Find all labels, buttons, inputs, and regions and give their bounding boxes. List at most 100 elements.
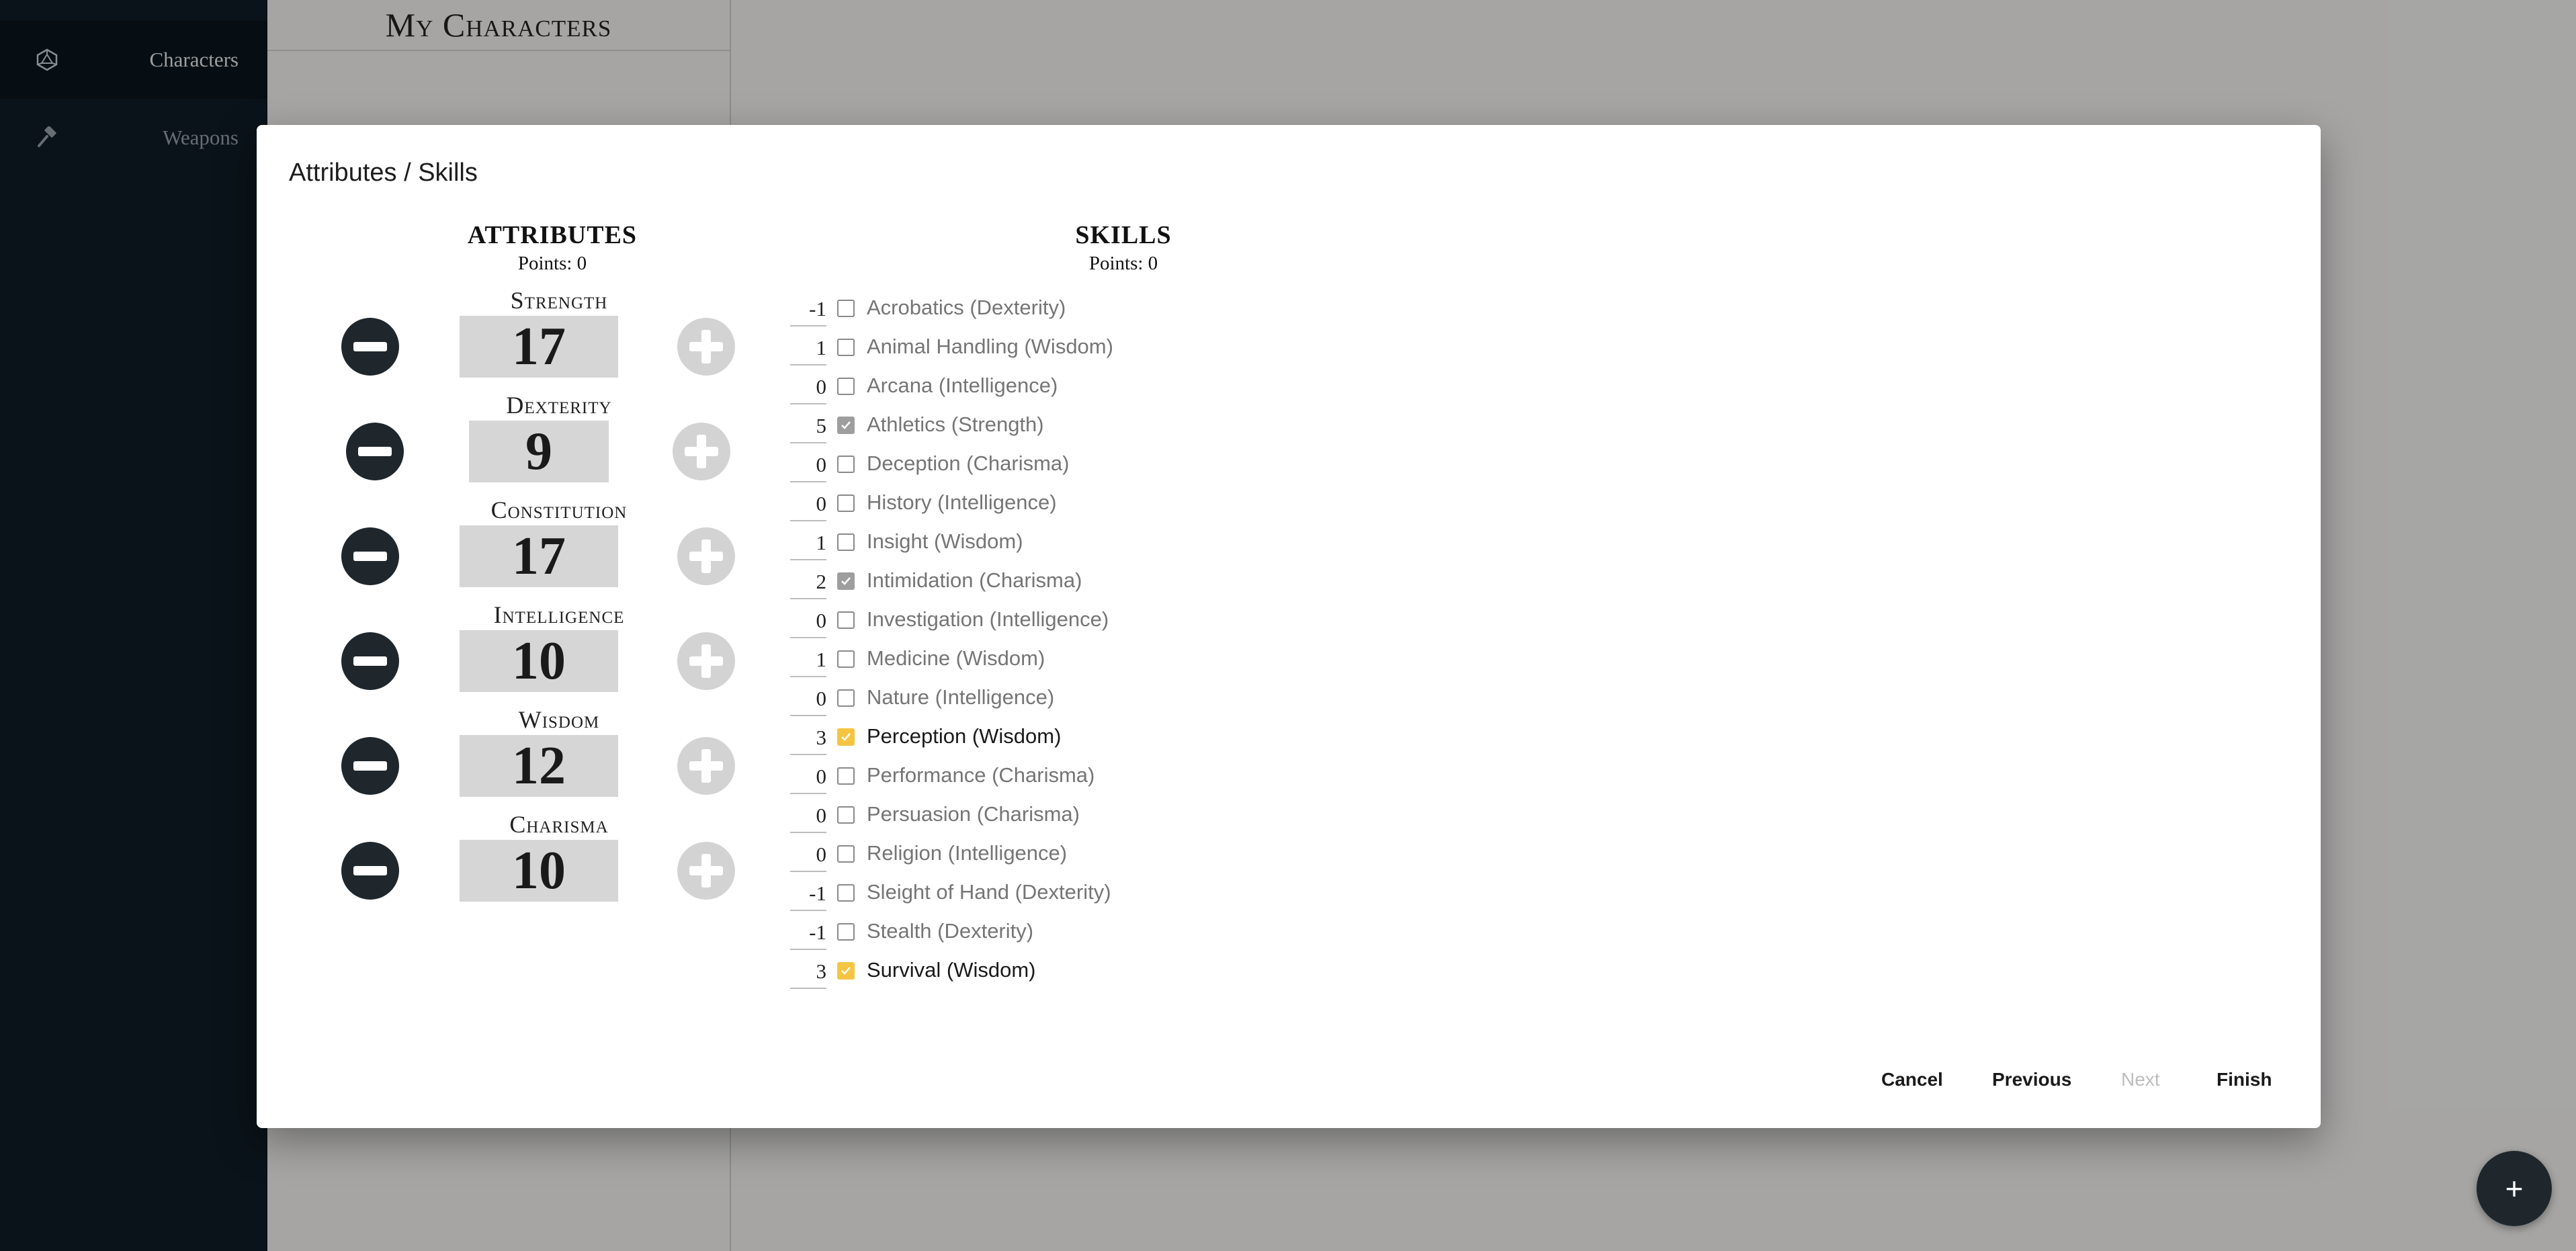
skill-checkbox[interactable] [837, 572, 855, 590]
increase-dexterity-button[interactable] [673, 423, 730, 480]
increase-strength-button[interactable] [677, 318, 735, 376]
skill-name: Intimidation (Charisma) [867, 568, 1082, 592]
skill-modifier: -1 [790, 916, 826, 950]
skill-modifier: 0 [790, 761, 826, 794]
decrease-charisma-button[interactable] [341, 842, 399, 900]
skill-row: 0 Nature (Intelligence) [790, 680, 1328, 719]
skill-name: Persuasion (Charisma) [867, 802, 1080, 826]
skill-row: 2 Intimidation (Charisma) [790, 563, 1328, 602]
skill-row: 3 Survival (Wisdom) [790, 953, 1328, 992]
skill-row: 0 Religion (Intelligence) [790, 836, 1328, 875]
finish-button[interactable]: Finish [2217, 1069, 2272, 1090]
decrease-intelligence-button[interactable] [341, 632, 399, 690]
previous-button[interactable]: Previous [1992, 1069, 2071, 1090]
attribute-label: Dexterity [506, 392, 612, 419]
skill-checkbox[interactable] [837, 962, 855, 980]
skills-heading: SKILLS [1075, 221, 1172, 249]
skill-modifier: 0 [790, 449, 826, 482]
skill-row: 0 Arcana (Intelligence) [790, 368, 1328, 407]
skill-modifier: -1 [790, 877, 826, 911]
skill-checkbox[interactable] [837, 650, 855, 668]
skill-checkbox[interactable] [837, 767, 855, 785]
skill-modifier: 2 [790, 566, 826, 599]
skill-checkbox[interactable] [837, 417, 855, 434]
skill-row: 1 Medicine (Wisdom) [790, 641, 1328, 680]
skill-name: Athletics (Strength) [867, 413, 1044, 436]
skill-checkbox[interactable] [837, 884, 855, 902]
skills-points: Points: 0 [1088, 253, 1158, 274]
attribute-label: Wisdom [518, 706, 600, 733]
skill-name: Sleight of Hand (Dexterity) [867, 880, 1111, 904]
skill-modifier: 3 [790, 722, 826, 755]
attribute-value-box: 10 [460, 630, 618, 692]
skill-name: Perception (Wisdom) [867, 724, 1062, 748]
skill-modifier: 3 [790, 955, 826, 989]
skill-name: Insight (Wisdom) [867, 529, 1023, 553]
skill-name: Investigation (Intelligence) [867, 607, 1109, 631]
skill-name: Nature (Intelligence) [867, 685, 1055, 709]
skill-row: 0 Deception (Charisma) [790, 446, 1328, 485]
skill-checkbox[interactable] [837, 845, 855, 863]
skills-header: SKILLS Points: 0 [1023, 220, 1224, 275]
skill-row: -1 Sleight of Hand (Dexterity) [790, 875, 1328, 914]
skill-modifier: 0 [790, 371, 826, 404]
skill-modifier: 5 [790, 410, 826, 443]
skill-checkbox[interactable] [837, 300, 855, 317]
skill-checkbox[interactable] [837, 494, 855, 512]
increase-wisdom-button[interactable] [677, 737, 735, 795]
next-button[interactable]: Next [2121, 1069, 2160, 1090]
add-character-button[interactable]: + [2477, 1151, 2552, 1226]
attribute-value-box: 9 [469, 421, 609, 482]
skill-checkbox[interactable] [837, 378, 855, 395]
checkmark-icon [841, 421, 851, 429]
skill-modifier: 0 [790, 683, 826, 716]
skill-checkbox[interactable] [837, 339, 855, 356]
skill-checkbox[interactable] [837, 806, 855, 824]
skill-name: Stealth (Dexterity) [867, 919, 1034, 943]
skill-name: Acrobatics (Dexterity) [867, 296, 1066, 319]
attribute-label: Constitution [490, 497, 628, 523]
checkmark-icon [841, 967, 851, 975]
decrease-constitution-button[interactable] [341, 527, 399, 585]
skill-row: 1 Animal Handling (Wisdom) [790, 329, 1328, 368]
skill-name: Animal Handling (Wisdom) [867, 335, 1113, 358]
attribute-value-box: 10 [460, 840, 618, 902]
skill-row: 0 Persuasion (Charisma) [790, 797, 1328, 836]
checkmark-icon [841, 577, 851, 585]
decrease-dexterity-button[interactable] [346, 423, 404, 480]
decrease-strength-button[interactable] [341, 318, 399, 376]
skill-row: 1 Insight (Wisdom) [790, 524, 1328, 563]
skill-row: -1 Stealth (Dexterity) [790, 914, 1328, 953]
skill-modifier: 1 [790, 527, 826, 560]
increase-intelligence-button[interactable] [677, 632, 735, 690]
skill-checkbox[interactable] [837, 533, 855, 551]
skill-modifier: 0 [790, 488, 826, 521]
skill-row: 3 Perception (Wisdom) [790, 719, 1328, 758]
skill-name: Deception (Charisma) [867, 451, 1070, 475]
skill-checkbox[interactable] [837, 611, 855, 629]
attributes-header: ATTRIBUTES Points: 0 [438, 220, 667, 275]
attributes-points: Points: 0 [517, 253, 587, 274]
skill-modifier: 0 [790, 800, 826, 833]
dialog-title: Attributes / Skills [289, 159, 478, 187]
cancel-button[interactable]: Cancel [1881, 1069, 1943, 1090]
increase-charisma-button[interactable] [677, 842, 735, 900]
skill-checkbox[interactable] [837, 728, 855, 746]
skill-modifier: -1 [790, 293, 826, 327]
skill-row: 0 History (Intelligence) [790, 485, 1328, 524]
attribute-label: Intelligence [493, 601, 625, 628]
plus-icon: + [2505, 1171, 2524, 1206]
attribute-value-box: 17 [460, 525, 618, 587]
skill-checkbox[interactable] [837, 456, 855, 473]
skill-modifier: 1 [790, 644, 826, 677]
skill-checkbox[interactable] [837, 689, 855, 707]
skill-name: Performance (Charisma) [867, 763, 1095, 787]
increase-constitution-button[interactable] [677, 527, 735, 585]
skill-checkbox[interactable] [837, 923, 855, 941]
decrease-wisdom-button[interactable] [341, 737, 399, 795]
skill-row: -1 Acrobatics (Dexterity) [790, 290, 1328, 329]
skill-name: History (Intelligence) [867, 490, 1057, 514]
checkmark-icon [841, 733, 851, 741]
skill-modifier: 1 [790, 332, 826, 365]
skill-name: Medicine (Wisdom) [867, 646, 1045, 670]
